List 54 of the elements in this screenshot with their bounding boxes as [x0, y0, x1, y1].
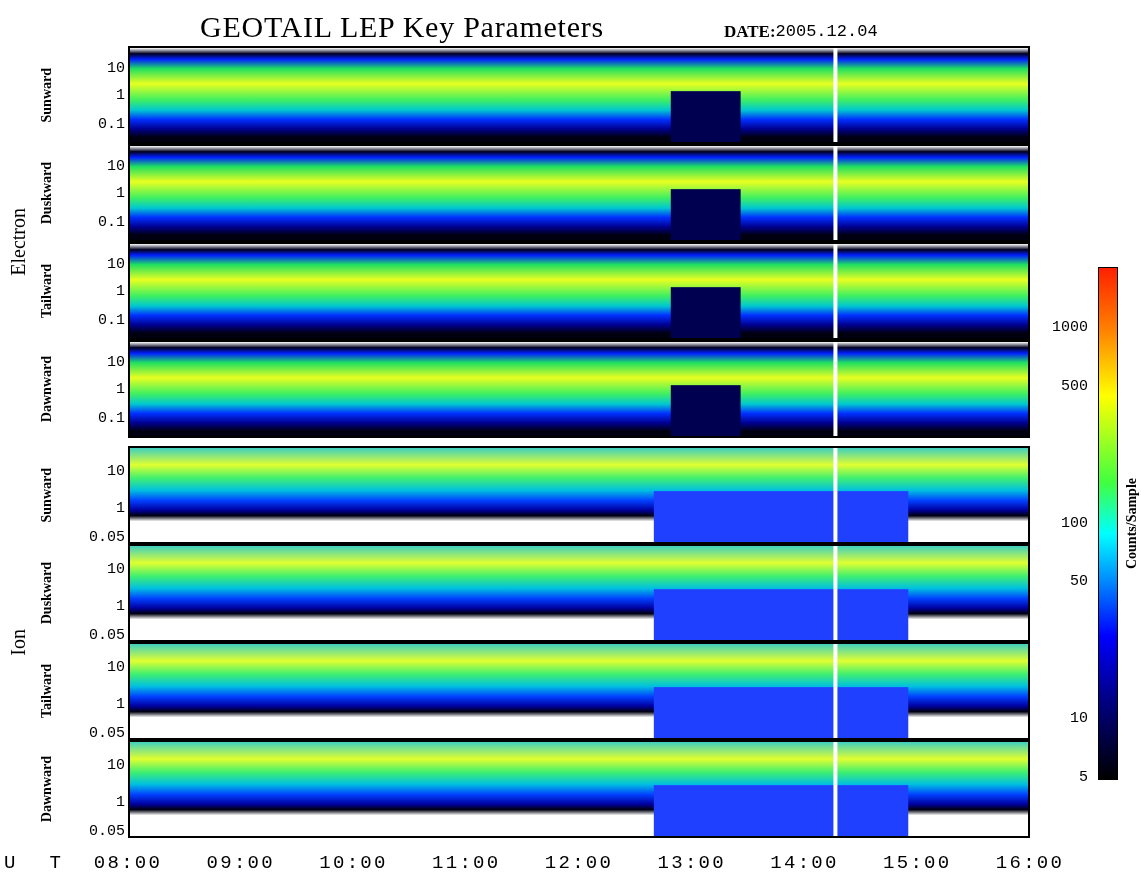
- group-label: Ion: [8, 628, 28, 656]
- y-tick-label: 0.05: [89, 529, 125, 545]
- y-tick-label: 1: [116, 794, 125, 810]
- y-tick-label: 1: [116, 696, 125, 712]
- colorbar-title: Counts/Sample: [1125, 478, 1139, 569]
- panel-label: Dawnward: [40, 355, 54, 423]
- y-tick-label: 0.1: [98, 214, 125, 230]
- x-tick-label: 10:00: [319, 853, 388, 873]
- y-tick-label: 0.05: [89, 627, 125, 643]
- y-tick-label: 0.05: [89, 725, 125, 741]
- y-tick-label: 10: [107, 561, 125, 576]
- y-tick-label: 1: [116, 500, 125, 516]
- panel-label: Dawnward: [40, 755, 54, 823]
- y-tick-label: 10: [107, 659, 125, 674]
- colorbar-tick-label: 1000: [1052, 319, 1088, 335]
- colorbar-tick-label: 100: [1061, 515, 1088, 531]
- y-tick-label: 1: [116, 283, 125, 299]
- colorbar-tick-label: 5: [1079, 769, 1088, 785]
- y-tick-label: 1: [116, 185, 125, 201]
- panel-label: Tailward: [40, 664, 54, 718]
- date-label: DATE:: [723, 23, 776, 40]
- y-tick-label: 1: [116, 87, 125, 103]
- x-tick-label: 12:00: [544, 853, 614, 873]
- x-tick-label: 16:00: [995, 853, 1065, 873]
- panel-label: Duskward: [40, 161, 54, 225]
- y-tick-label: 10: [107, 757, 125, 772]
- x-tick-label: 15:00: [883, 853, 952, 873]
- x-tick-label: 09:00: [206, 853, 275, 873]
- y-tick-label: 0.1: [98, 410, 125, 426]
- panel-label: Sunward: [40, 467, 54, 523]
- colorbar-tick-label: 50: [1070, 574, 1088, 589]
- x-tick-label: 14:00: [770, 853, 839, 873]
- colorbar-tick-label: 500: [1061, 378, 1088, 394]
- y-tick-label: 0.1: [98, 116, 125, 132]
- date-value: 2005.12.04: [775, 23, 878, 40]
- panel-label: Tailward: [40, 264, 54, 318]
- panel-label: Sunward: [40, 67, 54, 123]
- y-tick-label: 10: [107, 354, 125, 370]
- y-tick-label: 0.05: [89, 823, 125, 839]
- x-tick-label: 13:00: [657, 853, 726, 873]
- x-tick-label: 08:00: [93, 853, 163, 873]
- colorbar-tick-label: 10: [1070, 710, 1088, 726]
- x-axis-label: U T: [3, 853, 74, 873]
- y-tick-label: 1: [116, 381, 125, 397]
- chart-title: GEOTAIL LEP Key Parameters: [200, 12, 604, 45]
- y-tick-label: 10: [107, 256, 125, 272]
- x-tick-label: 11:00: [432, 853, 501, 873]
- y-tick-label: 0.1: [98, 312, 125, 328]
- y-tick-label: 10: [107, 158, 125, 174]
- y-tick-label: 10: [107, 463, 125, 478]
- y-tick-label: 10: [107, 60, 125, 76]
- group-label: Electron: [8, 208, 28, 276]
- panel-label: Duskward: [40, 561, 54, 625]
- y-tick-label: 1: [116, 598, 125, 614]
